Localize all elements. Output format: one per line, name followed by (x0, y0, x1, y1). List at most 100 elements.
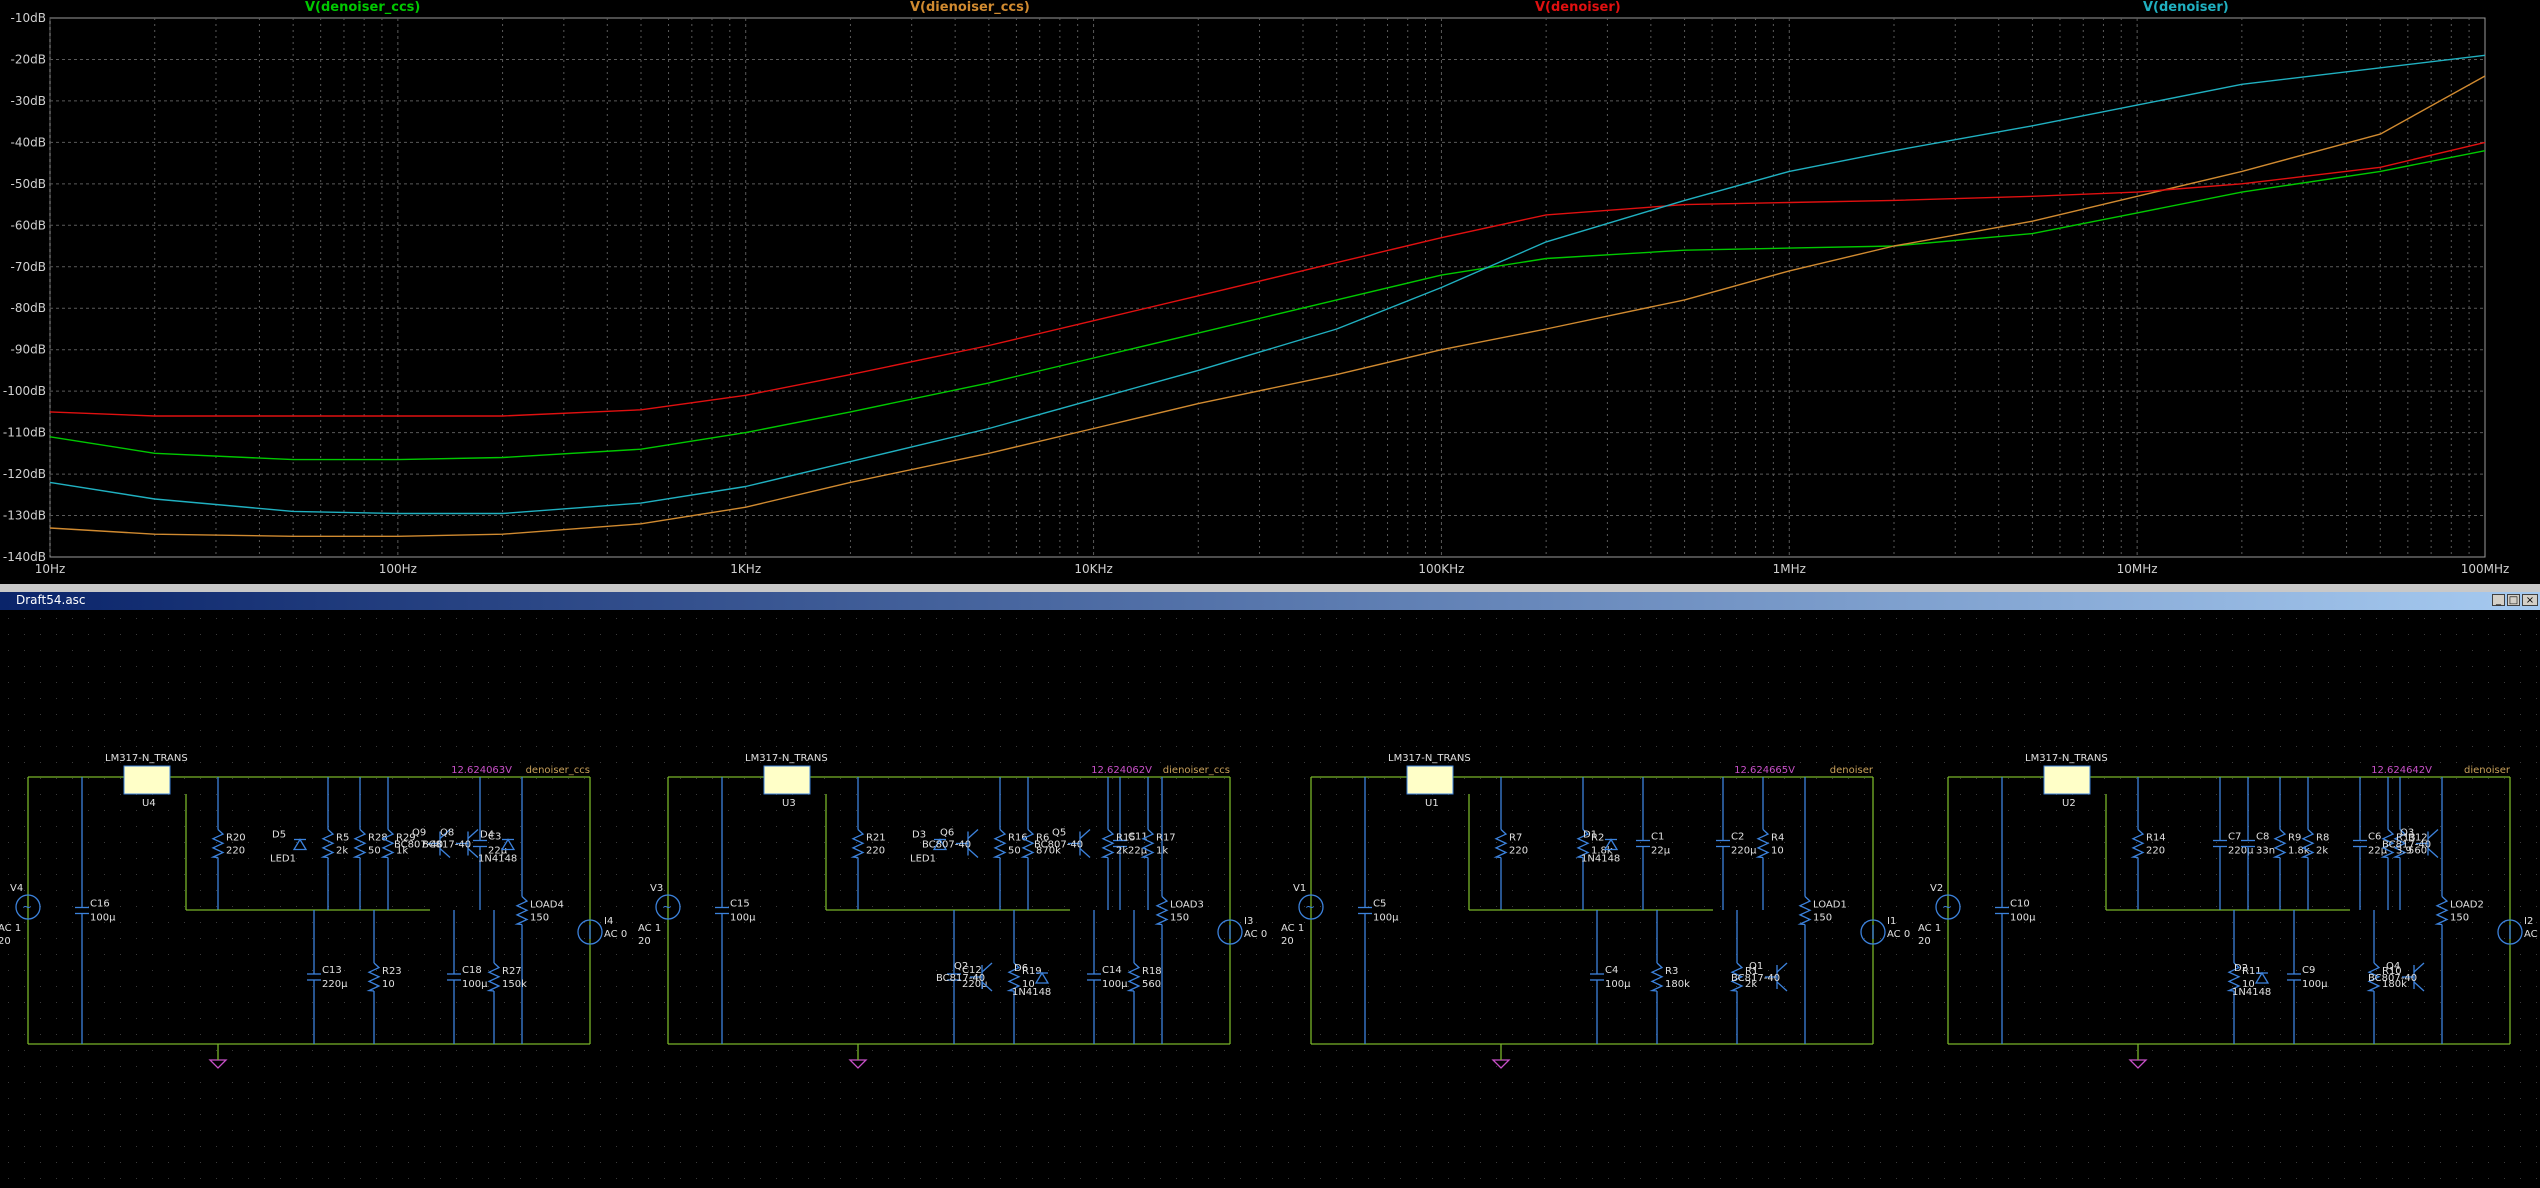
grid-dot (280, 842, 281, 843)
grid-dot (1656, 858, 1657, 859)
grid-dot (1176, 778, 1177, 779)
grid-dot (2536, 826, 2537, 827)
grid-dot (552, 1082, 553, 1083)
grid-dot (376, 874, 377, 875)
grid-dot (40, 954, 41, 955)
grid-dot (1752, 1034, 1753, 1035)
trace-label-dienoiser-ccs[interactable]: V(dienoiser_ccs) (910, 0, 1030, 15)
grid-dot (696, 826, 697, 827)
grid-dot (664, 826, 665, 827)
grid-dot (1688, 746, 1689, 747)
grid-dot (248, 842, 249, 843)
grid-dot (936, 634, 937, 635)
grid-dot (2152, 778, 2153, 779)
grid-dot (1240, 1002, 1241, 1003)
waveform-plot-pane[interactable]: -10dB -20dB -30dB -40dB -50dB -60dB -70dB -80dB… (0, 0, 2540, 584)
grid-dot (920, 842, 921, 843)
grid-dot (872, 810, 873, 811)
grid-dot (2120, 650, 2121, 651)
grid-dot (1752, 1066, 1753, 1067)
grid-dot (2376, 1034, 2377, 1035)
grid-dot (1032, 714, 1033, 715)
grid-dot (1352, 1098, 1353, 1099)
grid-dot (1896, 1066, 1897, 1067)
grid-dot (664, 682, 665, 683)
grid-dot (600, 890, 601, 891)
grid-dot (184, 858, 185, 859)
grid-dot (952, 890, 953, 891)
trace-label-denoiser-ccs[interactable]: V(denoiser_ccs) (305, 0, 420, 15)
grid-dot (616, 698, 617, 699)
grid-dot (952, 1082, 953, 1083)
grid-dot (1320, 682, 1321, 683)
grid-dot (760, 938, 761, 939)
grid-dot (1752, 858, 1753, 859)
grid-dot (968, 746, 969, 747)
grid-dot (1016, 1098, 1017, 1099)
grid-dot (40, 794, 41, 795)
grid-dot (2120, 730, 2121, 731)
schematic-canvas[interactable]: LM317-N_TRANSU4denoiser_ccs12.624063V~V4… (0, 610, 2540, 1188)
grid-dot (56, 762, 57, 763)
grid-dot (1736, 1066, 1737, 1067)
grid-dot (648, 1098, 649, 1099)
grid-dot (776, 650, 777, 651)
grid-dot (2344, 650, 2345, 651)
grid-dot (2104, 778, 2105, 779)
grid-dot (552, 938, 553, 939)
grid-dot (1976, 954, 1977, 955)
trace-label-denoiser-2[interactable]: V(denoiser) (2143, 0, 2229, 15)
grid-dot (1352, 874, 1353, 875)
grid-dot (248, 826, 249, 827)
grid-dot (1640, 906, 1641, 907)
grid-dot (1832, 762, 1833, 763)
schematic-editor[interactable]: LM317-N_TRANS U4 denoiser_ccs 12.624063V ~ V4… (0, 610, 2540, 1188)
restore-button[interactable]: □ (2507, 594, 2520, 606)
grid-dot (504, 682, 505, 683)
grid-dot (1816, 1002, 1817, 1003)
grid-dot (1016, 954, 1017, 955)
grid-dot (824, 970, 825, 971)
grid-dot (1416, 826, 1417, 827)
grid-dot (1112, 634, 1113, 635)
grid-dot (24, 810, 25, 811)
minimize-button[interactable]: _ (2492, 594, 2505, 606)
grid-dot (2104, 794, 2105, 795)
grid-dot (744, 794, 745, 795)
grid-dot (1592, 1050, 1593, 1051)
grid-dot (2280, 1002, 2281, 1003)
pane-splitter[interactable] (0, 584, 2540, 592)
grid-dot (536, 618, 537, 619)
grid-dot (568, 810, 569, 811)
grid-dot (120, 970, 121, 971)
grid-dot (776, 970, 777, 971)
schematic-window-titlebar[interactable]: Draft54.asc _ □ × (0, 592, 2540, 610)
grid-dot (1768, 1082, 1769, 1083)
grid-dot (2008, 618, 2009, 619)
grid-dot (2280, 666, 2281, 667)
bode-plot[interactable]: -10dB-20dB-30dB-40dB-50dB-60dB-70dB-80dB… (0, 0, 2540, 584)
grid-dot (2216, 810, 2217, 811)
grid-dot (712, 1002, 713, 1003)
grid-dot (1896, 650, 1897, 651)
grid-dot (1016, 1002, 1017, 1003)
grid-dot (376, 682, 377, 683)
grid-dot (1112, 746, 1113, 747)
grid-dot (1784, 778, 1785, 779)
grid-dot (2360, 954, 2361, 955)
grid-dot (264, 858, 265, 859)
trace-label-denoiser[interactable]: V(denoiser) (1535, 0, 1621, 15)
grid-dot (1816, 650, 1817, 651)
grid-dot (2344, 826, 2345, 827)
grid-dot (2456, 698, 2457, 699)
grid-dot (200, 1002, 201, 1003)
grid-dot (552, 810, 553, 811)
grid-dot (952, 778, 953, 779)
close-button[interactable]: × (2522, 594, 2538, 606)
grid-dot (1960, 874, 1961, 875)
grid-dot (1256, 634, 1257, 635)
grid-dot (24, 634, 25, 635)
grid-dot (1032, 698, 1033, 699)
grid-dot (808, 986, 809, 987)
grid-dot (2184, 666, 2185, 667)
